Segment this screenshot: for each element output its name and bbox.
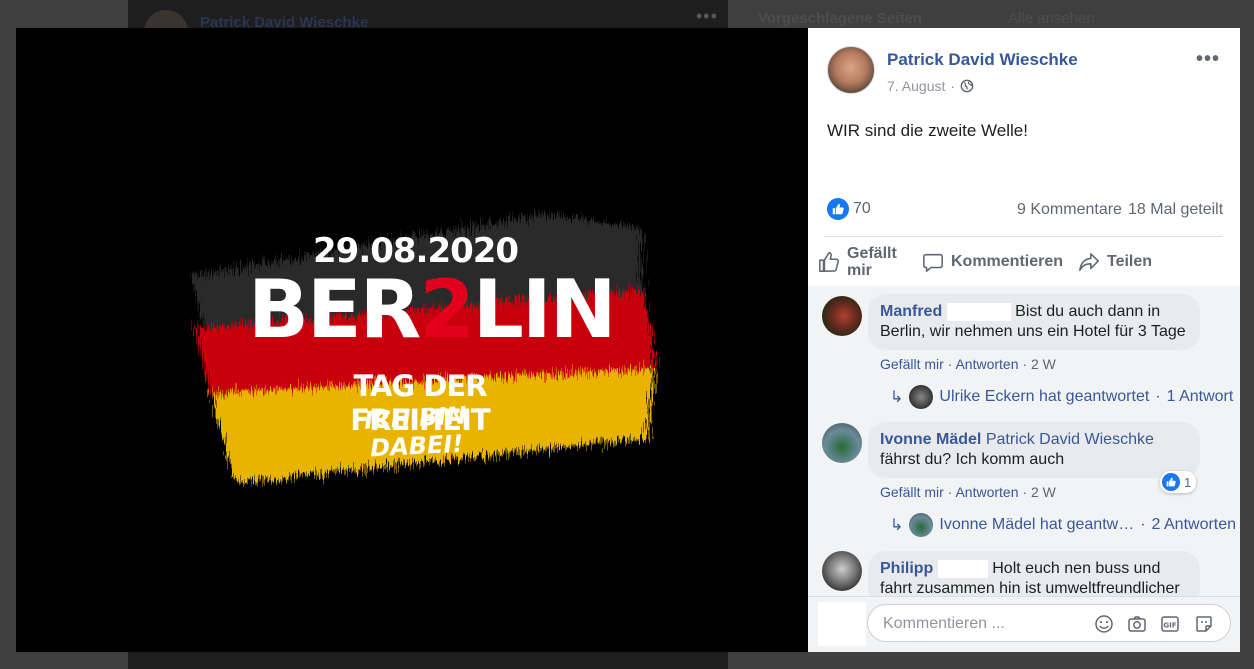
comment-author[interactable]: Ivonne Mädel	[880, 431, 981, 448]
comment-bubble: Manfred Bist du auch dann in Berlin, wir…	[868, 294, 1200, 350]
poster-title-number: 2	[419, 263, 475, 356]
comment-avatar[interactable]	[822, 423, 862, 463]
comment-button[interactable]: Kommentieren	[922, 251, 1063, 273]
replies-count: 2 Antworten	[1151, 516, 1237, 533]
comment-age: 2 W	[1030, 356, 1056, 372]
redaction-box	[937, 559, 988, 578]
thumbs-up-icon	[819, 252, 840, 272]
gif-icon[interactable]: GIF	[1160, 614, 1180, 634]
reply-avatar	[909, 385, 934, 409]
replies-separator: ·	[1155, 388, 1161, 405]
post-panel: Patrick David Wieschke 7. August · ••• W…	[808, 28, 1240, 652]
share-button[interactable]: Teilen	[1078, 251, 1152, 273]
poster-title: BER2LIN	[248, 263, 617, 356]
background-more-icon: •••	[696, 6, 718, 26]
comment-age: 2 W	[1030, 484, 1056, 500]
background-sidebar-link: Alle ansehen	[1008, 10, 1095, 27]
comment-count[interactable]: 9 Kommentare	[1017, 201, 1122, 219]
share-icon	[1079, 252, 1099, 272]
divider	[824, 236, 1222, 237]
comment-author[interactable]: Philipp	[880, 560, 933, 577]
comment-composer: Kommentieren ... GIF	[808, 596, 1240, 652]
comment-label: Kommentieren	[951, 253, 1064, 270]
replies-summary: Ivonne Mädel hat geantw…	[939, 516, 1135, 533]
replies-separator: ·	[1140, 516, 1146, 533]
post-date[interactable]: 7. August	[887, 78, 945, 94]
comment-bubble: Philipp Holt euch nen buss und fahrt zus…	[868, 551, 1200, 596]
comment-meta: Gefällt mir · Antworten · 2 W	[880, 484, 1056, 500]
comment-reply-link[interactable]: Antworten	[955, 484, 1018, 500]
emoji-icon[interactable]	[1094, 614, 1114, 634]
poster-title-suffix: LIN	[472, 263, 617, 356]
reply-arrow-icon: ↳	[890, 389, 904, 406]
comment-icon	[923, 253, 943, 272]
background-sidebar-title: Vorgeschlagene Seiten	[758, 10, 922, 27]
comment-like-number: 1	[1184, 474, 1192, 490]
meta-separator: ·	[950, 78, 956, 94]
poster-line-2: ICH BIN DABEI!	[363, 401, 468, 463]
like-reaction-icon	[1162, 473, 1180, 491]
reaction-count: 70	[853, 200, 871, 217]
comment-author[interactable]: Manfred	[880, 303, 942, 320]
post-meta: 7. August ·	[887, 78, 974, 94]
redaction-box	[946, 302, 1011, 321]
like-reaction-icon	[827, 198, 849, 220]
photo-viewer[interactable]: 29.08.2020 BER2LIN TAG DER FREIHEIT ICH …	[16, 28, 808, 652]
globe-icon[interactable]	[960, 79, 974, 93]
comment-bubble: Ivonne Mädel Patrick David Wieschke fähr…	[868, 422, 1200, 478]
comment-like-link[interactable]: Gefällt mir	[880, 484, 944, 500]
replies-summary: Ulrike Eckern hat geantwortet	[939, 388, 1150, 405]
composer-avatar	[818, 602, 866, 646]
post-actions: Gefällt mir Kommentieren Teilen	[808, 240, 1240, 286]
replies-link[interactable]: ↳ Ivonne Mädel hat geantw… · 2 Antworten	[890, 513, 1236, 537]
replies-link[interactable]: ↳ Ulrike Eckern hat geantwortet · 1 Antw…	[890, 385, 1233, 409]
poster-title-prefix: BER	[248, 263, 421, 356]
share-count[interactable]: 18 Mal geteilt	[1128, 201, 1223, 219]
comments-list[interactable]: Manfred Bist du auch dann in Berlin, wir…	[808, 286, 1240, 596]
more-options-icon[interactable]: •••	[1196, 48, 1220, 71]
svg-text:GIF: GIF	[1163, 622, 1176, 630]
author-avatar[interactable]	[827, 46, 875, 94]
sticker-icon[interactable]	[1194, 614, 1214, 634]
like-button[interactable]: Gefällt mir	[818, 245, 905, 279]
comment-reply-link[interactable]: Antworten	[955, 356, 1018, 372]
comment-like-count[interactable]: 1	[1160, 471, 1197, 493]
like-label: Gefällt mir	[847, 245, 897, 279]
author-name[interactable]: Patrick David Wieschke	[887, 50, 1078, 70]
replies-count: 1 Antwort	[1166, 388, 1234, 405]
reply-avatar	[909, 513, 934, 537]
comment-like-link[interactable]: Gefällt mir	[880, 356, 944, 372]
comment-input[interactable]: Kommentieren ... GIF	[867, 604, 1231, 642]
comment-avatar[interactable]	[822, 296, 862, 336]
camera-icon[interactable]	[1127, 614, 1147, 634]
comment-meta: Gefällt mir · Antworten · 2 W	[880, 356, 1056, 372]
comment-avatar[interactable]	[822, 551, 862, 591]
comment-text: fährst du? Ich komm auch	[880, 451, 1065, 468]
comment-input-placeholder: Kommentieren ...	[883, 615, 1005, 632]
reply-arrow-icon: ↳	[890, 517, 904, 534]
post-text: WIR sind die zweite Welle!	[827, 121, 1028, 140]
reactions-summary[interactable]: 70	[827, 198, 871, 220]
comment-mention[interactable]: Patrick David Wieschke	[986, 431, 1154, 448]
share-label: Teilen	[1107, 253, 1153, 270]
